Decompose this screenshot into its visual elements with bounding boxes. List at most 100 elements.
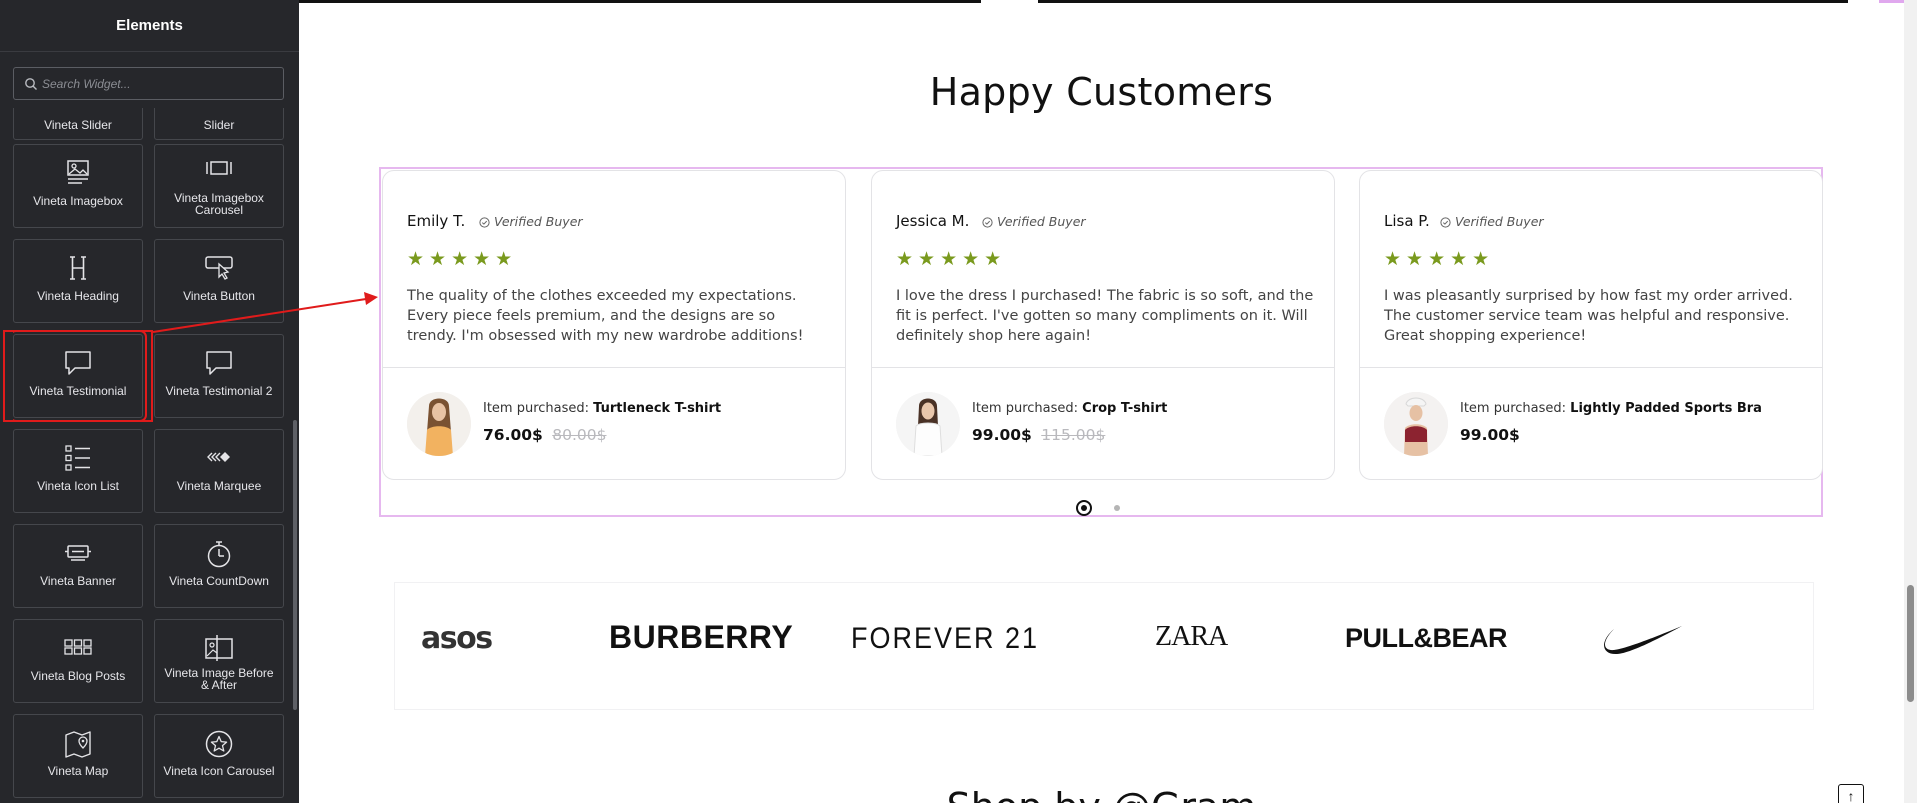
widget-vineta-icon-list[interactable]: Vineta Icon List xyxy=(13,429,143,513)
image-compare-icon xyxy=(205,635,233,661)
rating-stars: ★★★★★ xyxy=(1384,249,1495,270)
button-cursor-icon xyxy=(205,256,233,280)
verified-label: Verified Buyer xyxy=(494,214,583,229)
speech-bubble-icon xyxy=(65,351,91,375)
item-purchased: Item purchased: Crop T-shirt xyxy=(972,401,1167,416)
top-divider xyxy=(1038,0,1848,3)
nike-swoosh-logo[interactable] xyxy=(1600,623,1684,655)
speech-bubble-icon xyxy=(206,351,232,375)
widget-label: Vineta Imagebox Carousel xyxy=(174,191,264,217)
elements-panel: Elements Vineta Slider Slider Vineta Ima… xyxy=(0,0,299,803)
widget-label: Vineta Banner xyxy=(40,574,116,588)
widget-vineta-blog-posts[interactable]: Vineta Blog Posts xyxy=(13,619,143,703)
star-circle-icon xyxy=(205,730,233,758)
icon-list-icon xyxy=(65,445,90,471)
search-icon xyxy=(25,78,37,90)
check-circle-icon xyxy=(982,217,993,228)
widget-label: Vineta Icon Carousel xyxy=(163,764,275,778)
testimonial-card: Emily T. Verified Buyer ★★★★★ The qualit… xyxy=(382,170,846,480)
verified-label: Verified Buyer xyxy=(997,214,1086,229)
brand-forever-21[interactable]: FOREVER 21 xyxy=(851,621,1039,655)
widget-label: Vineta CountDown xyxy=(169,574,269,588)
product-name[interactable]: Crop T-shirt xyxy=(1082,401,1167,416)
product-name[interactable]: Lightly Padded Sports Bra xyxy=(1570,401,1762,416)
card-divider xyxy=(1360,367,1822,368)
widget-label: Vineta Button xyxy=(183,289,255,303)
product-image xyxy=(896,392,960,456)
scrollbar-thumb[interactable] xyxy=(1907,585,1914,702)
scroll-to-top-button[interactable]: ↑ xyxy=(1838,784,1864,803)
product-name[interactable]: Turtleneck T-shirt xyxy=(593,401,721,416)
widget-vineta-icon-carousel[interactable]: Vineta Icon Carousel xyxy=(154,714,284,798)
brand-asos[interactable]: asos xyxy=(421,621,493,656)
image-carousel-icon xyxy=(206,161,232,175)
review-text: I was pleasantly surprised by how fast m… xyxy=(1384,288,1793,344)
customer-name: Jessica M. xyxy=(896,212,970,230)
widget-vineta-image-before-after[interactable]: Vineta Image Before & After xyxy=(154,619,284,703)
woman-orange-top-image xyxy=(407,392,471,456)
widget-vineta-testimonial-2[interactable]: Vineta Testimonial 2 xyxy=(154,334,284,418)
search-widget-input[interactable] xyxy=(42,68,278,99)
widget-vineta-slider[interactable]: Vineta Slider xyxy=(13,108,143,140)
widget-label: Slider xyxy=(203,118,235,132)
widget-label: Vineta Imagebox xyxy=(33,194,123,208)
brand-burberry[interactable]: BURBERRY xyxy=(609,619,793,656)
slider-dot-active[interactable] xyxy=(1076,500,1092,516)
widget-grid: Vineta Slider Slider Vineta Imagebox Vin… xyxy=(13,108,284,803)
purchased-label: Item purchased: xyxy=(972,401,1079,416)
purchased-label: Item purchased: xyxy=(483,401,590,416)
widget-vineta-banner[interactable]: Vineta Banner xyxy=(13,524,143,608)
slider-dot[interactable] xyxy=(1114,505,1120,511)
preview-canvas: Happy Customers Emily T. Verified Buyer … xyxy=(299,0,1904,803)
panel-scrollbar[interactable] xyxy=(293,420,297,710)
verified-badge: Verified Buyer xyxy=(479,214,583,229)
widget-label: Vineta Marquee xyxy=(176,479,262,493)
page-scrollbar[interactable] xyxy=(1904,0,1917,803)
widget-vineta-heading[interactable]: Vineta Heading xyxy=(13,239,143,323)
product-image xyxy=(1384,392,1448,456)
widget-vineta-testimonial[interactable]: Vineta Testimonial xyxy=(13,330,147,422)
widget-vineta-imagebox-carousel[interactable]: Vineta Imagebox Carousel xyxy=(154,144,284,228)
widget-vineta-imagebox-slider[interactable]: Slider xyxy=(154,108,284,140)
panel-title: Elements xyxy=(0,0,299,52)
price: 99.00$ 115.00$ xyxy=(972,426,1105,444)
widget-label: Vineta Icon List xyxy=(37,479,119,493)
review-text: I love the dress I purchased! The fabric… xyxy=(896,288,1314,344)
widget-vineta-countdown[interactable]: Vineta CountDown xyxy=(154,524,284,608)
rating-stars: ★★★★★ xyxy=(896,249,1007,270)
verified-badge: Verified Buyer xyxy=(982,214,1086,229)
check-circle-icon xyxy=(479,217,490,228)
woman-white-shirt-image xyxy=(896,392,960,456)
banner-icon xyxy=(65,545,91,561)
stopwatch-icon xyxy=(207,541,231,568)
woman-sports-bra-image xyxy=(1384,392,1448,456)
current-price: 99.00$ xyxy=(1460,426,1520,444)
card-divider xyxy=(872,367,1334,368)
price: 99.00$ xyxy=(1460,426,1520,444)
item-purchased: Item purchased: Lightly Padded Sports Br… xyxy=(1460,401,1762,416)
widget-vineta-marquee[interactable]: Vineta Marquee xyxy=(154,429,284,513)
item-purchased: Item purchased: Turtleneck T-shirt xyxy=(483,401,721,416)
brand-zara[interactable]: ZARA xyxy=(1155,621,1228,653)
widget-label: Vineta Testimonial xyxy=(29,384,127,398)
widget-label: Vineta Heading xyxy=(37,289,119,303)
price: 76.00$ 80.00$ xyxy=(483,426,606,444)
testimonial-card: Lisa P. Verified Buyer ★★★★★ I was pleas… xyxy=(1359,170,1823,480)
widget-vineta-button[interactable]: Vineta Button xyxy=(154,239,284,323)
grid-posts-icon xyxy=(64,639,92,655)
purchased-label: Item purchased: xyxy=(1460,401,1567,416)
brand-pull-and-bear[interactable]: PULL&BEAR xyxy=(1345,623,1508,654)
heading-icon xyxy=(70,256,86,280)
old-price: 80.00$ xyxy=(552,426,607,444)
top-divider xyxy=(299,0,981,3)
check-circle-icon xyxy=(1440,217,1451,228)
widget-label: Vineta Blog Posts xyxy=(30,669,126,683)
search-widget-field[interactable] xyxy=(13,67,284,100)
card-divider xyxy=(383,367,845,368)
widget-vineta-imagebox[interactable]: Vineta Imagebox xyxy=(13,144,143,228)
widget-label: Vineta Slider xyxy=(44,118,112,132)
widget-vineta-map[interactable]: Vineta Map xyxy=(13,714,143,798)
widget-label: Vineta Map xyxy=(47,764,109,778)
map-icon xyxy=(65,731,91,758)
shop-by-gram-heading: Shop by @Gram xyxy=(299,785,1904,803)
